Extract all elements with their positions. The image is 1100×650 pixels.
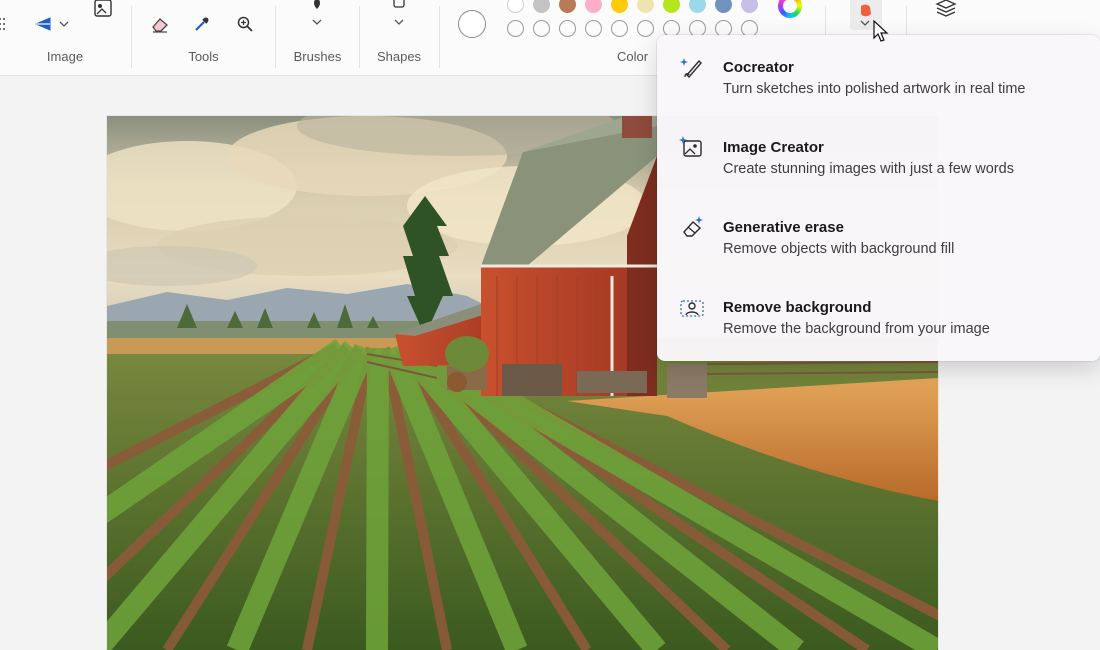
menu-item-generative-erase[interactable]: Generative erase Remove objects with bac… xyxy=(657,195,1100,275)
menu-item-title: Generative erase xyxy=(723,219,844,236)
menu-item-title: Cocreator xyxy=(723,59,794,76)
custom-color-slot[interactable] xyxy=(611,20,628,37)
eraser-sparkle-icon xyxy=(679,215,705,241)
custom-color-slot[interactable] xyxy=(533,20,550,37)
mouse-cursor-icon xyxy=(873,20,889,42)
custom-color-slot[interactable] xyxy=(637,20,654,37)
tools-group-label: Tools xyxy=(188,49,219,64)
paintbrush-sparkle-icon xyxy=(679,55,705,81)
select-tool-icon[interactable] xyxy=(0,10,20,38)
remove-background-icon xyxy=(679,295,705,321)
rotate-icon[interactable] xyxy=(30,10,58,38)
brushes-group: Brushes xyxy=(276,0,359,76)
menu-item-title: Remove background xyxy=(723,299,872,316)
menu-item-description: Create stunning images with just a few w… xyxy=(723,161,1014,177)
menu-item-title: Image Creator xyxy=(723,139,824,156)
shapes-group-label: Shapes xyxy=(376,49,422,64)
copilot-menu: Cocreator Turn sketches into polished ar… xyxy=(657,35,1100,361)
brushes-group-label: Brushes xyxy=(293,49,342,64)
image-group-label: Image xyxy=(46,49,84,64)
menu-item-description: Remove objects with background fill xyxy=(723,241,955,257)
menu-item-description: Remove the background from your image xyxy=(723,321,990,337)
shapes-group: Shapes xyxy=(360,0,438,76)
shapes-icon[interactable] xyxy=(385,0,413,16)
color-picker-icon[interactable] xyxy=(188,10,216,38)
image-group: Image xyxy=(0,0,130,76)
selected-color-swatch[interactable] xyxy=(458,10,486,38)
chevron-down-icon[interactable] xyxy=(858,16,872,30)
custom-color-slot[interactable] xyxy=(507,20,524,37)
menu-item-cocreator[interactable]: Cocreator Turn sketches into polished ar… xyxy=(657,35,1100,115)
custom-color-slot[interactable] xyxy=(585,20,602,37)
layers-icon[interactable] xyxy=(932,0,960,22)
custom-color-slot[interactable] xyxy=(559,20,576,37)
eraser-icon[interactable] xyxy=(146,10,174,38)
chevron-down-icon[interactable] xyxy=(392,15,406,29)
crop-image-icon[interactable] xyxy=(89,0,117,22)
image-sparkle-icon xyxy=(679,135,705,161)
magnifier-icon[interactable] xyxy=(231,10,259,38)
chevron-down-icon[interactable] xyxy=(57,17,71,31)
chevron-down-icon[interactable] xyxy=(310,15,324,29)
menu-item-remove-background[interactable]: Remove background Remove the background … xyxy=(657,275,1100,355)
menu-item-description: Turn sketches into polished artwork in r… xyxy=(723,81,1026,97)
tools-group: Tools xyxy=(132,0,275,76)
menu-item-image-creator[interactable]: Image Creator Create stunning images wit… xyxy=(657,115,1100,195)
